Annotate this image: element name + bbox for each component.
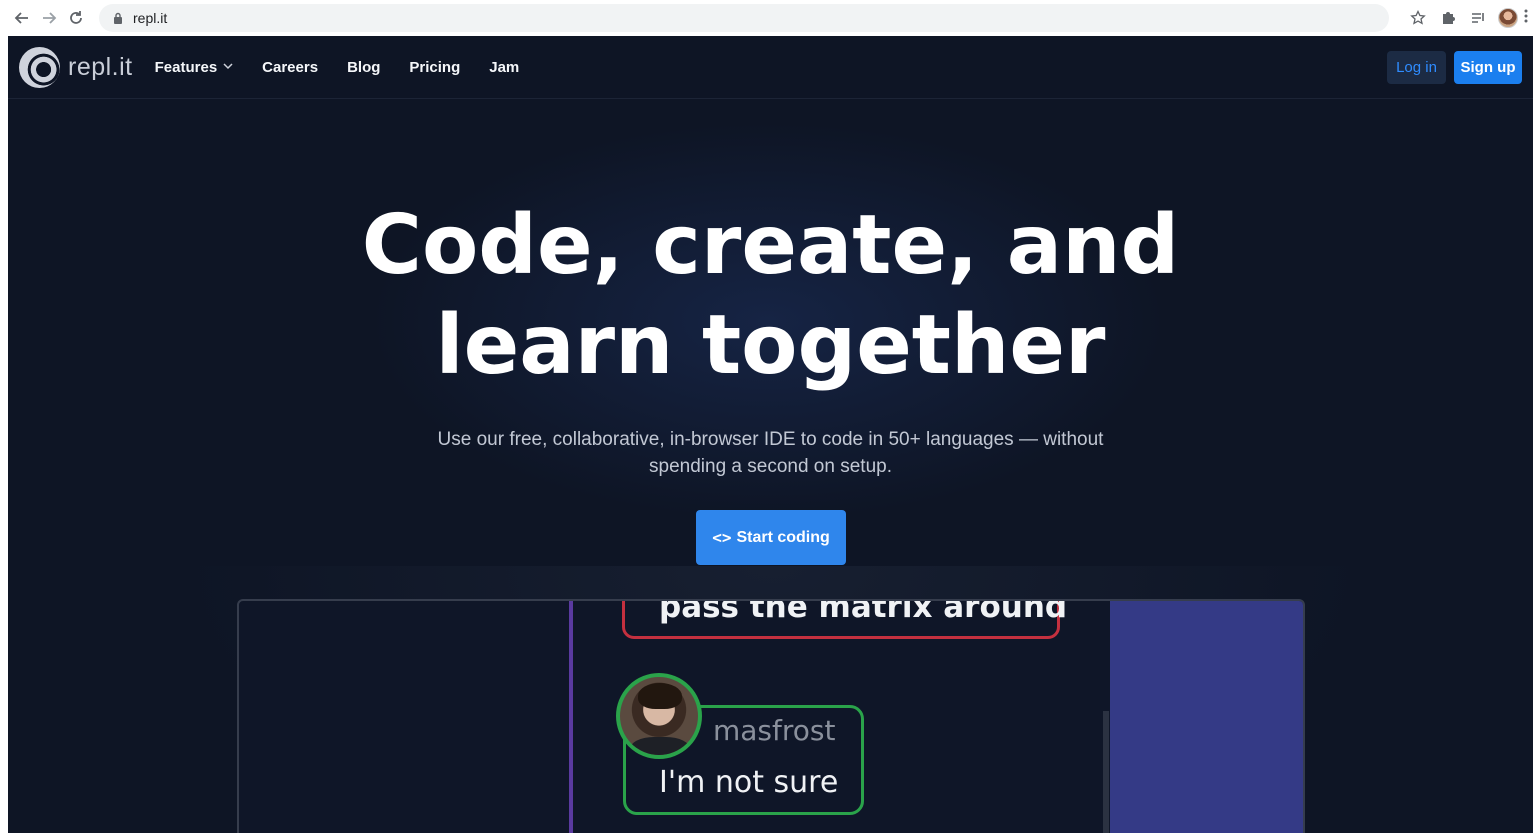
menu-item-label: Jam xyxy=(489,58,520,76)
auth-buttons: Log in Sign up xyxy=(1387,51,1522,84)
forward-arrow-icon[interactable] xyxy=(40,5,59,31)
start-coding-button[interactable]: <> Start coding xyxy=(696,510,846,565)
chat-bubble-red-text: pass the matrix around xyxy=(659,599,1068,625)
browser-toolbar: repl.it xyxy=(0,0,1533,36)
hero-title: Code, create, and learn together xyxy=(8,196,1533,396)
site-header: repl.it Features Careers Blog Pricing Ja… xyxy=(8,36,1533,99)
demo-video-preview[interactable]: pass the matrix around masfrost I'm not … xyxy=(237,599,1305,833)
profile-avatar xyxy=(1498,8,1519,28)
hero-title-line-2: learn together xyxy=(435,298,1106,393)
hero-subtitle-line-1: Use our free, collaborative, in-browser … xyxy=(437,429,1104,450)
preview-scrollbar xyxy=(1103,711,1109,833)
page-viewport: repl.it Features Careers Blog Pricing Ja… xyxy=(8,36,1533,833)
menu-item-label: Features xyxy=(154,58,218,76)
back-arrow-icon[interactable] xyxy=(13,5,32,31)
menu-item-label: Careers xyxy=(262,58,319,76)
chat-username: masfrost xyxy=(713,714,836,747)
menu-item-label: Pricing xyxy=(409,58,461,76)
replit-logo-icon xyxy=(19,46,60,88)
main-menu: Features Careers Blog Pricing Jam xyxy=(155,59,549,76)
chevron-down-icon xyxy=(223,62,233,73)
login-button[interactable]: Log in xyxy=(1387,51,1446,84)
lock-icon xyxy=(114,12,123,24)
menu-item-label: Blog xyxy=(347,58,381,76)
menu-item-pricing[interactable]: Pricing xyxy=(409,59,460,76)
hero-subtitle: Use our free, collaborative, in-browser … xyxy=(388,426,1153,480)
playlist-icon[interactable] xyxy=(1463,4,1493,32)
kebab-menu-icon[interactable] xyxy=(1523,8,1533,29)
star-icon[interactable] xyxy=(1403,4,1433,32)
user-avatar xyxy=(616,673,702,759)
code-brackets-icon: <> xyxy=(712,528,732,547)
preview-divider xyxy=(569,601,573,833)
start-coding-label: Start coding xyxy=(736,528,830,546)
logo-text: repl.it xyxy=(68,52,133,81)
menu-item-features[interactable]: Features xyxy=(155,59,234,76)
preview-side-panel xyxy=(1110,601,1303,833)
reload-icon[interactable] xyxy=(66,5,85,31)
hero-subtitle-line-2: spending a second on setup. xyxy=(649,456,892,477)
signup-button[interactable]: Sign up xyxy=(1454,51,1522,84)
chat-message: I'm not sure xyxy=(659,765,839,800)
hero-title-line-1: Code, create, and xyxy=(361,198,1180,293)
menu-item-blog[interactable]: Blog xyxy=(347,59,380,76)
menu-item-jam[interactable]: Jam xyxy=(489,59,519,76)
avatar-icon[interactable] xyxy=(1493,4,1523,32)
site-logo[interactable]: repl.it xyxy=(19,46,133,88)
url-text: repl.it xyxy=(133,10,168,26)
address-bar[interactable]: repl.it xyxy=(99,4,1390,32)
menu-item-careers[interactable]: Careers xyxy=(262,59,318,76)
avatar-hair xyxy=(638,683,682,709)
puzzle-icon[interactable] xyxy=(1433,4,1463,32)
